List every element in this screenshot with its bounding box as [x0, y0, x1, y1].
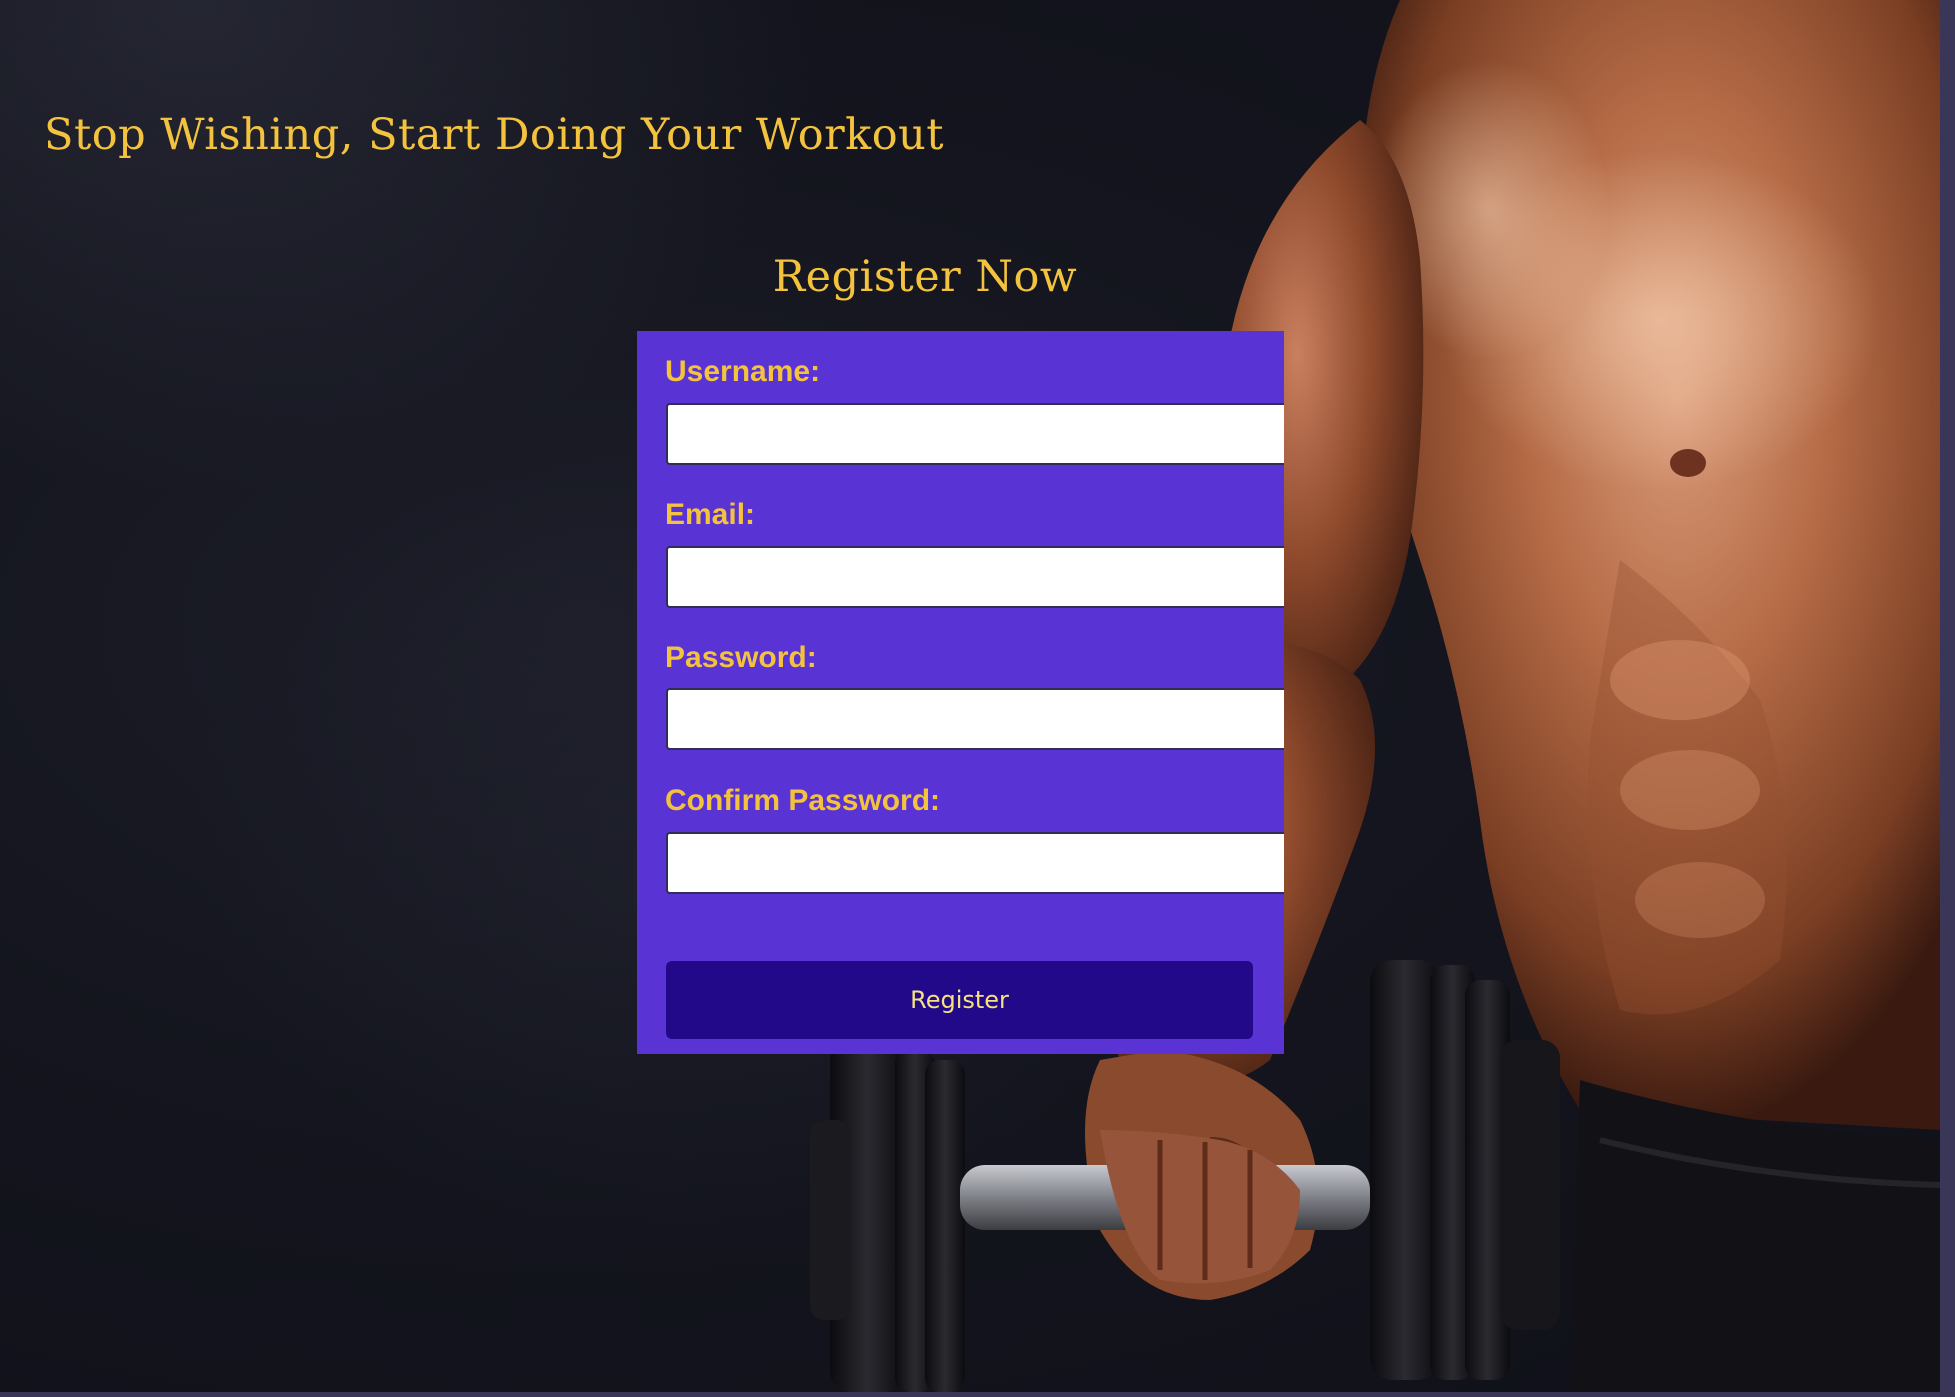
confirm-password-label: Confirm Password:	[665, 784, 941, 817]
page-headline: Stop Wishing, Start Doing Your Workout	[44, 110, 945, 160]
confirm-password-input[interactable]	[666, 832, 1284, 894]
register-form: Username: Email: Password: Confirm Passw…	[637, 331, 1284, 1054]
username-input[interactable]	[666, 403, 1284, 465]
password-input[interactable]	[666, 688, 1284, 750]
form-title: Register Now	[772, 252, 1078, 302]
password-label: Password:	[665, 641, 817, 674]
window-edge-right	[1940, 0, 1955, 1397]
window-edge-bottom	[0, 1392, 1955, 1397]
email-input[interactable]	[666, 546, 1284, 608]
email-label: Email:	[665, 498, 756, 531]
register-button[interactable]: Register	[666, 961, 1253, 1039]
username-label: Username:	[665, 355, 821, 388]
